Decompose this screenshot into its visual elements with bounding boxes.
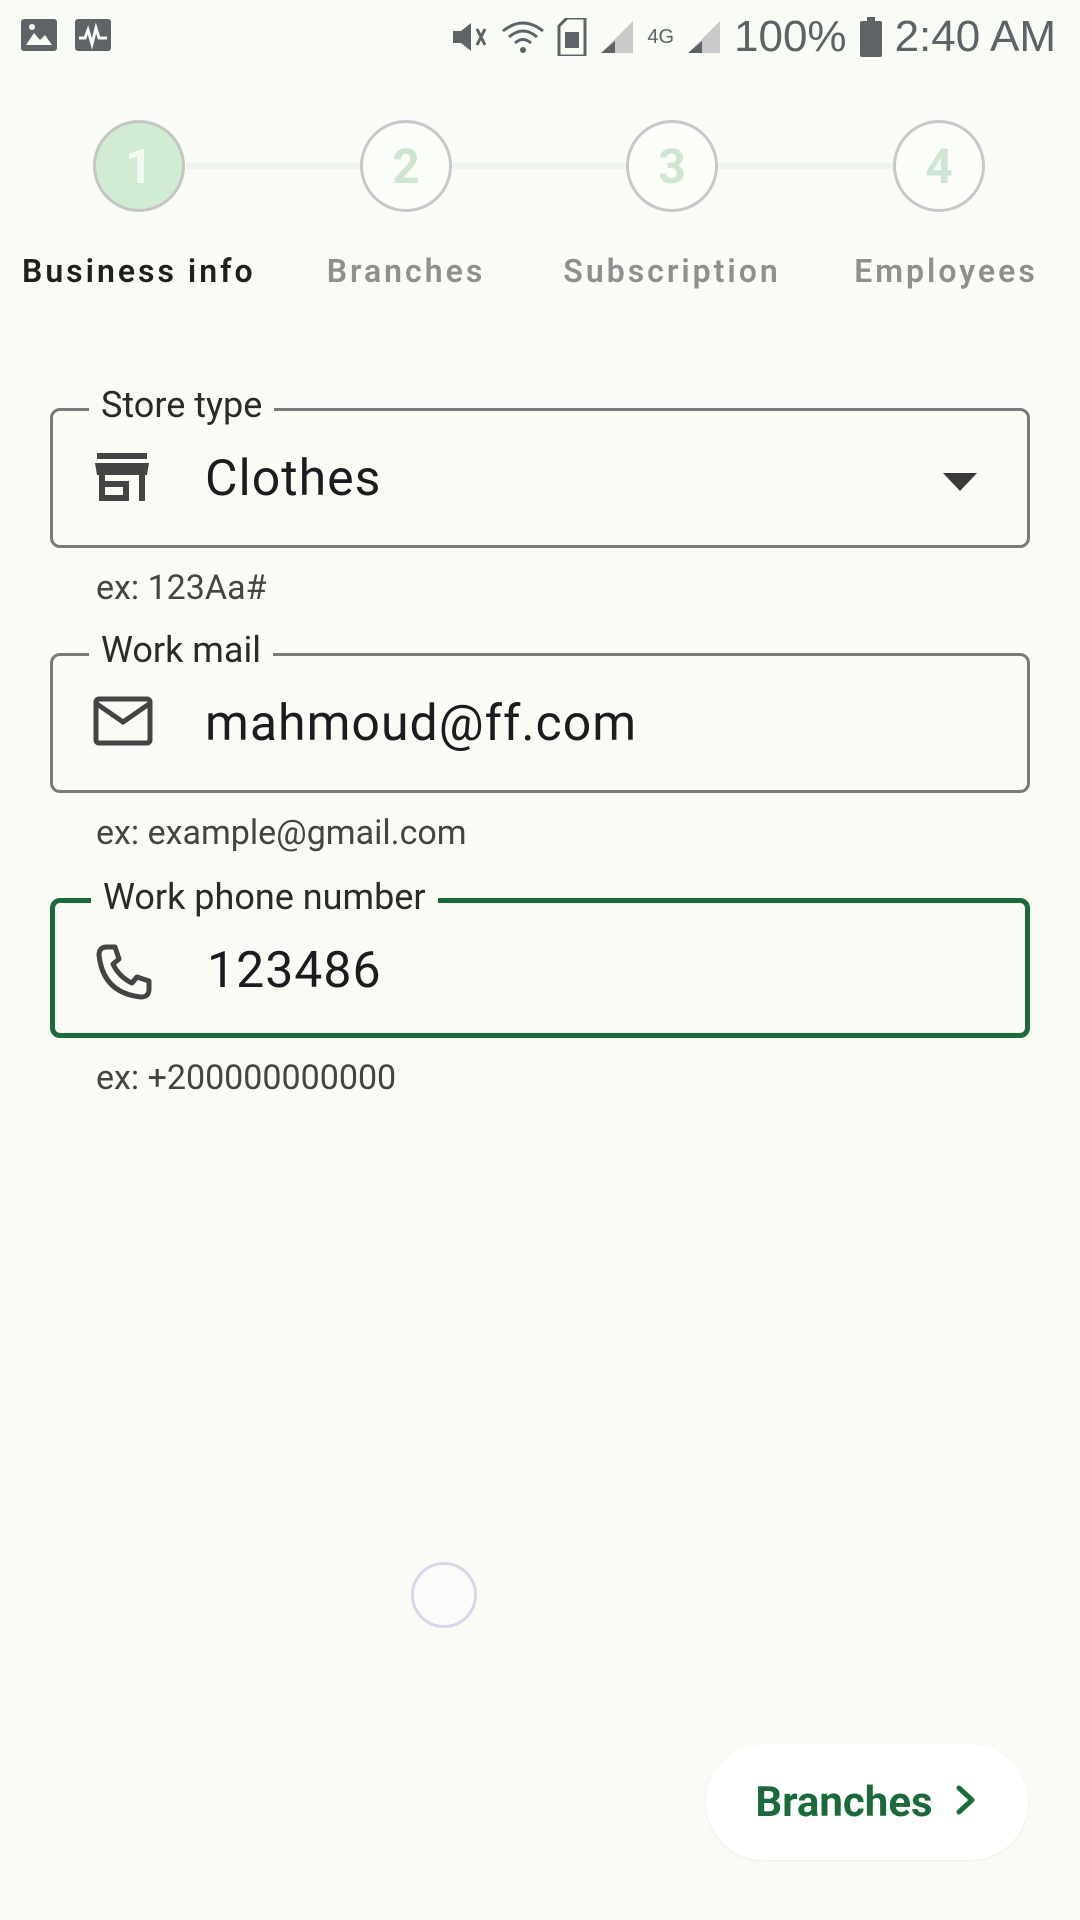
step-4-label[interactable]: Employees bbox=[826, 252, 1066, 290]
step-1-label[interactable]: Business info bbox=[22, 252, 262, 290]
step-connector bbox=[186, 163, 362, 169]
step-connector bbox=[452, 163, 628, 169]
work-mail-helper: ex: example@gmail.com bbox=[96, 813, 467, 853]
step-2-label[interactable]: Branches bbox=[306, 252, 506, 290]
work-phone-field[interactable]: Work phone number 123486 bbox=[50, 875, 1030, 1038]
step-3-label[interactable]: Subscription bbox=[552, 252, 792, 290]
chevron-right-icon bbox=[953, 1785, 979, 1819]
work-phone-label: Work phone number bbox=[91, 875, 438, 919]
dropdown-arrow-icon[interactable] bbox=[943, 473, 977, 491]
store-icon bbox=[93, 451, 155, 507]
step-4-circle[interactable]: 4 bbox=[893, 120, 985, 212]
store-type-helper: ex: 123Aa# bbox=[96, 568, 267, 608]
store-type-value: Clothes bbox=[205, 450, 382, 508]
next-branches-button[interactable]: Branches bbox=[706, 1744, 1028, 1860]
activity-notification-icon bbox=[74, 18, 112, 52]
status-bar: 4G 100% 2:40 AM bbox=[0, 0, 1080, 72]
phone-icon bbox=[95, 943, 157, 1000]
battery-icon bbox=[859, 17, 883, 57]
store-type-dropdown[interactable]: Store type Clothes bbox=[50, 383, 1030, 548]
work-phone-helper: ex: +200000000000 bbox=[96, 1058, 397, 1098]
wifi-icon bbox=[501, 17, 545, 57]
store-type-label: Store type bbox=[89, 383, 275, 427]
loading-spinner bbox=[411, 1562, 477, 1628]
step-2-circle[interactable]: 2 bbox=[360, 120, 452, 212]
vibrate-mute-icon bbox=[449, 17, 489, 57]
gallery-notification-icon bbox=[20, 18, 58, 52]
work-mail-input[interactable]: mahmoud@ff.com bbox=[205, 692, 637, 756]
work-phone-input[interactable]: 123486 bbox=[207, 939, 382, 1003]
network-type: 4G bbox=[647, 25, 675, 48]
battery-percent: 100% bbox=[734, 12, 847, 61]
step-connector bbox=[718, 163, 894, 169]
signal-icon bbox=[599, 19, 635, 55]
mail-icon bbox=[93, 696, 155, 752]
signal-icon-2 bbox=[686, 19, 722, 55]
clock: 2:40 AM bbox=[894, 12, 1056, 61]
step-3-circle[interactable]: 3 bbox=[626, 120, 718, 212]
work-mail-field[interactable]: Work mail mahmoud@ff.com bbox=[50, 628, 1030, 793]
sim-icon bbox=[557, 18, 587, 56]
step-1-circle[interactable]: 1 bbox=[93, 120, 185, 212]
next-button-label: Branches bbox=[755, 1777, 933, 1827]
work-mail-label: Work mail bbox=[89, 628, 273, 672]
